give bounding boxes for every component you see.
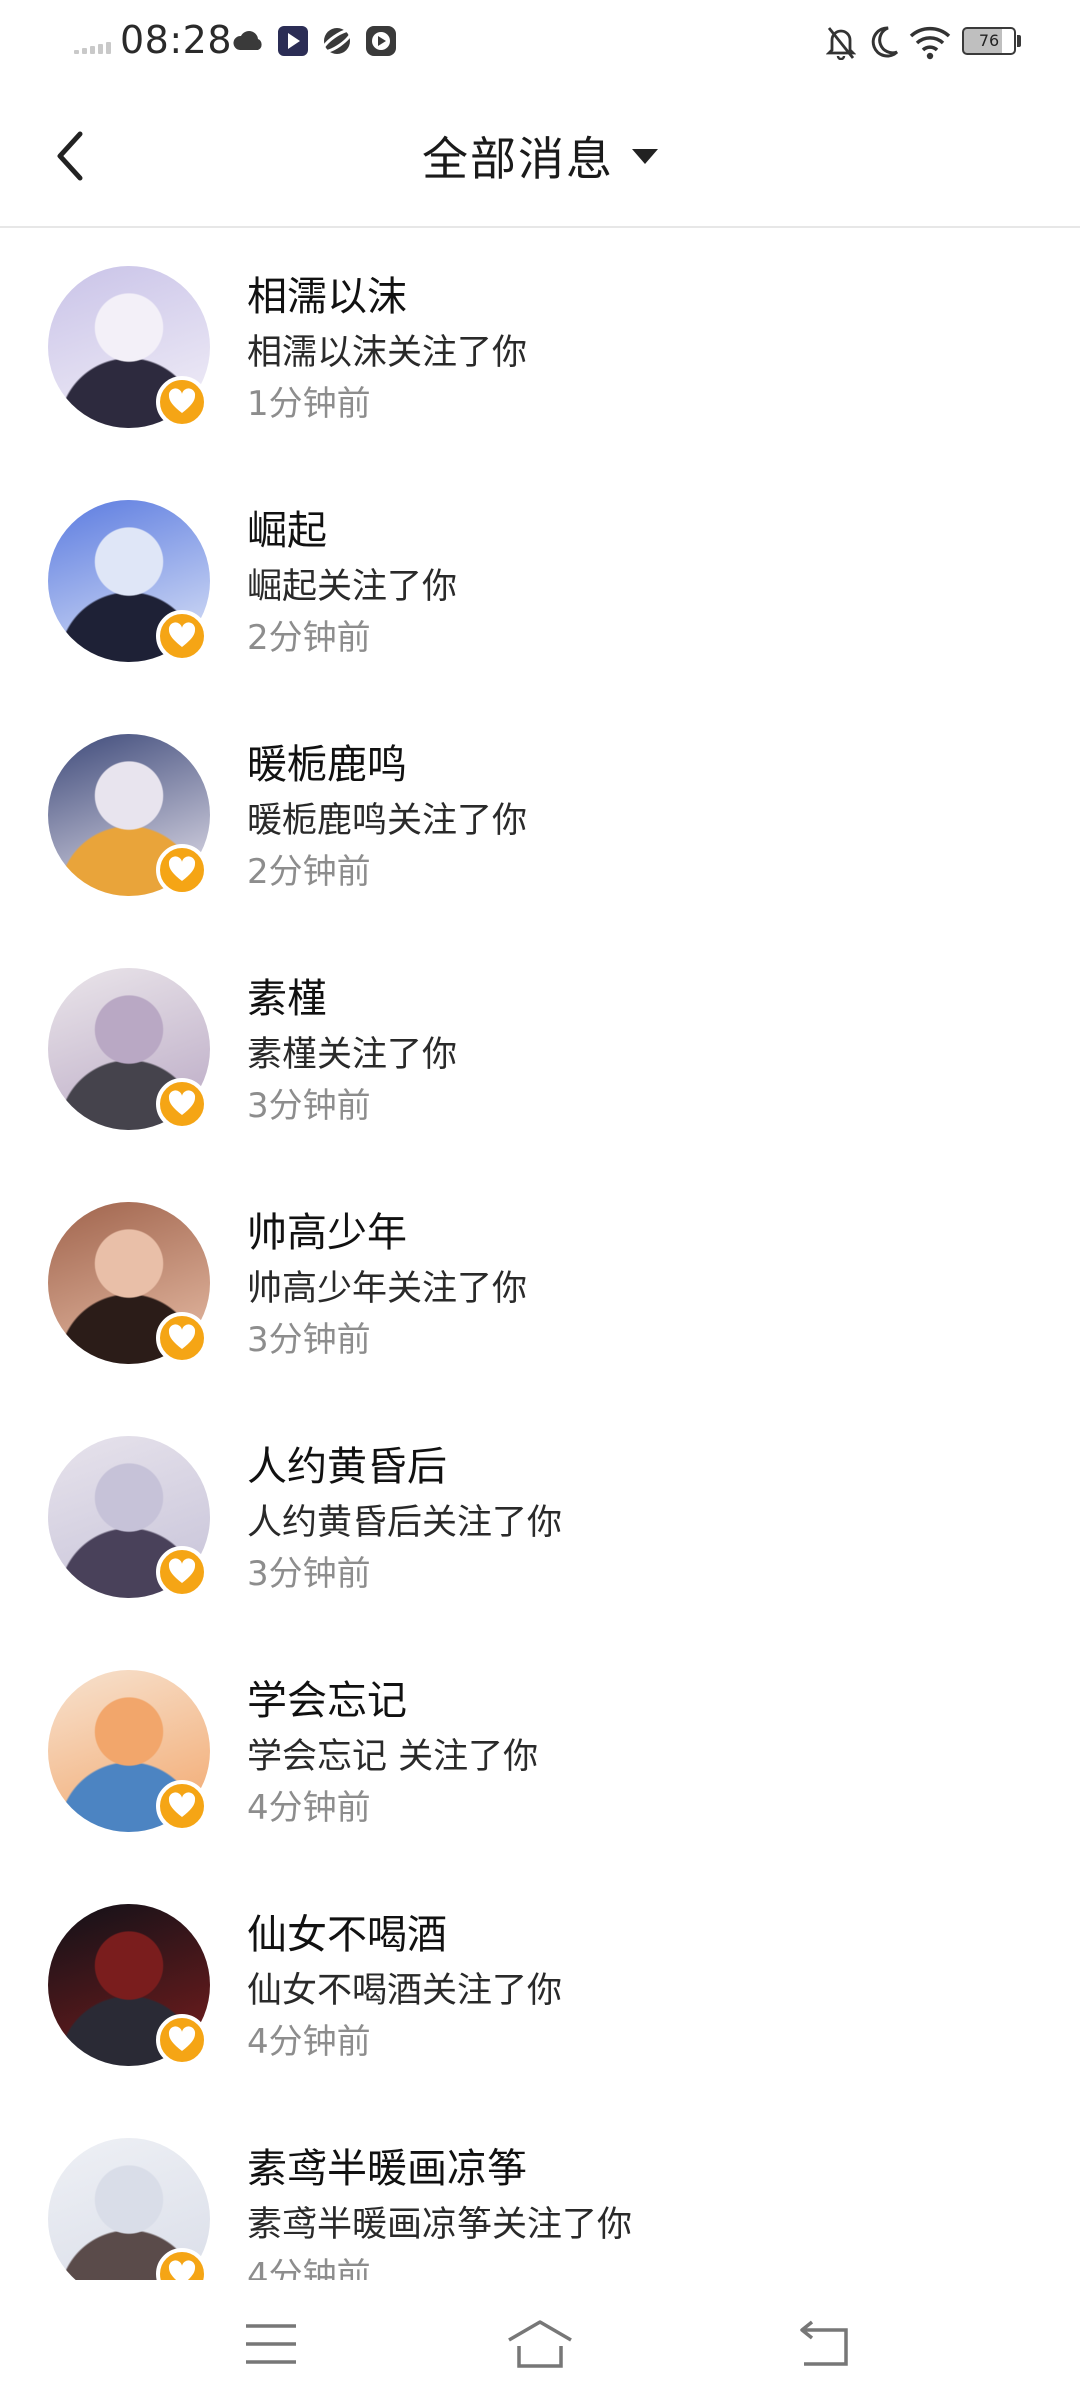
moon-icon bbox=[871, 26, 899, 58]
wifi-icon bbox=[909, 26, 951, 60]
sender-name: 素槿 bbox=[247, 976, 327, 1022]
message-time: 2分钟前 bbox=[247, 852, 371, 892]
battery-icon: 76 bbox=[962, 27, 1016, 55]
sender-name: 帅高少年 bbox=[247, 1210, 407, 1256]
message-text: 学会忘记 关注了你 bbox=[247, 1737, 539, 1777]
list-item[interactable]: 人约黄昏后 人约黄昏后关注了你 3分钟前 bbox=[0, 1400, 1080, 1634]
title-dropdown[interactable]: 全部消息 bbox=[0, 84, 1080, 228]
message-text: 相濡以沫关注了你 bbox=[247, 333, 528, 373]
bell-off-icon bbox=[826, 27, 856, 60]
status-time: 08:28 bbox=[120, 18, 233, 62]
heart-icon bbox=[168, 2260, 196, 2280]
sender-name: 仙女不喝酒 bbox=[247, 1912, 447, 1958]
heart-icon bbox=[168, 622, 196, 647]
follow-badge bbox=[156, 610, 208, 662]
sender-name: 暖栀鹿鸣 bbox=[247, 742, 407, 788]
list-item[interactable]: 仙女不喝酒 仙女不喝酒关注了你 4分钟前 bbox=[0, 1868, 1080, 2102]
follow-badge bbox=[156, 1078, 208, 1130]
list-item[interactable]: 帅高少年 帅高少年关注了你 3分钟前 bbox=[0, 1166, 1080, 1400]
follow-badge bbox=[156, 1312, 208, 1364]
heart-icon bbox=[168, 1090, 196, 1115]
follow-badge bbox=[156, 844, 208, 896]
cloud-icon bbox=[233, 31, 262, 50]
sender-name: 素鸢半暖画凉筝 bbox=[247, 2146, 527, 2192]
message-text: 帅高少年关注了你 bbox=[247, 1269, 528, 1309]
heart-icon bbox=[168, 388, 196, 413]
list-item[interactable]: 学会忘记 学会忘记 关注了你 4分钟前 bbox=[0, 1634, 1080, 1868]
heart-icon bbox=[168, 2026, 196, 2051]
list-item[interactable]: 素槿 素槿关注了你 3分钟前 bbox=[0, 932, 1080, 1166]
message-text: 素鸢半暖画凉筝关注了你 bbox=[247, 2205, 633, 2245]
message-time: 1分钟前 bbox=[247, 384, 371, 424]
menu-icon[interactable] bbox=[236, 2316, 306, 2372]
message-time: 4分钟前 bbox=[247, 1788, 371, 1828]
message-text: 仙女不喝酒关注了你 bbox=[247, 1971, 563, 2011]
follow-badge bbox=[156, 2014, 208, 2066]
list-item[interactable]: 暖栀鹿鸣 暖栀鹿鸣关注了你 2分钟前 bbox=[0, 698, 1080, 932]
sender-name: 崛起 bbox=[247, 508, 327, 554]
follow-badge bbox=[156, 1780, 208, 1832]
message-time: 3分钟前 bbox=[247, 1086, 371, 1126]
heart-icon bbox=[168, 1324, 196, 1349]
message-text: 素槿关注了你 bbox=[247, 1035, 458, 1075]
message-text: 人约黄昏后关注了你 bbox=[247, 1503, 563, 1543]
play-app-icon bbox=[278, 26, 308, 56]
message-text: 暖栀鹿鸣关注了你 bbox=[247, 801, 528, 841]
battery-tip bbox=[1017, 35, 1021, 47]
follow-badge bbox=[156, 1546, 208, 1598]
page-title: 全部消息 bbox=[422, 132, 614, 186]
message-time: 3分钟前 bbox=[247, 1320, 371, 1360]
signal-icon bbox=[74, 40, 111, 54]
list-item[interactable]: 崛起 崛起关注了你 2分钟前 bbox=[0, 464, 1080, 698]
sender-name: 相濡以沫 bbox=[247, 274, 407, 320]
home-icon[interactable] bbox=[505, 2316, 575, 2372]
message-time: 3分钟前 bbox=[247, 1554, 371, 1594]
message-time: 4分钟前 bbox=[247, 2022, 371, 2062]
sender-name: 人约黄昏后 bbox=[247, 1444, 447, 1490]
navigation-bar bbox=[0, 2280, 1080, 2408]
caret-down-icon bbox=[632, 148, 658, 164]
back-icon[interactable] bbox=[790, 2316, 860, 2372]
planet-app-icon bbox=[321, 28, 353, 54]
message-time: 4分钟前 bbox=[247, 2256, 371, 2280]
list-item[interactable]: 相濡以沫 相濡以沫关注了你 1分钟前 bbox=[0, 230, 1080, 464]
header: 全部消息 bbox=[0, 84, 1080, 228]
status-bar: 08:28 76 bbox=[0, 0, 1080, 84]
list-item[interactable]: 素鸢半暖画凉筝 素鸢半暖画凉筝关注了你 4分钟前 bbox=[0, 2102, 1080, 2280]
message-list[interactable]: 相濡以沫 相濡以沫关注了你 1分钟前 崛起 崛起关注了你 2分钟前 暖栀鹿鸣 暖… bbox=[0, 230, 1080, 2280]
video-app-icon bbox=[366, 26, 396, 56]
message-time: 2分钟前 bbox=[247, 618, 371, 658]
heart-icon bbox=[168, 1558, 196, 1583]
sender-name: 学会忘记 bbox=[247, 1678, 407, 1724]
heart-icon bbox=[168, 856, 196, 881]
follow-badge bbox=[156, 376, 208, 428]
heart-icon bbox=[168, 1792, 196, 1817]
message-text: 崛起关注了你 bbox=[247, 567, 458, 607]
